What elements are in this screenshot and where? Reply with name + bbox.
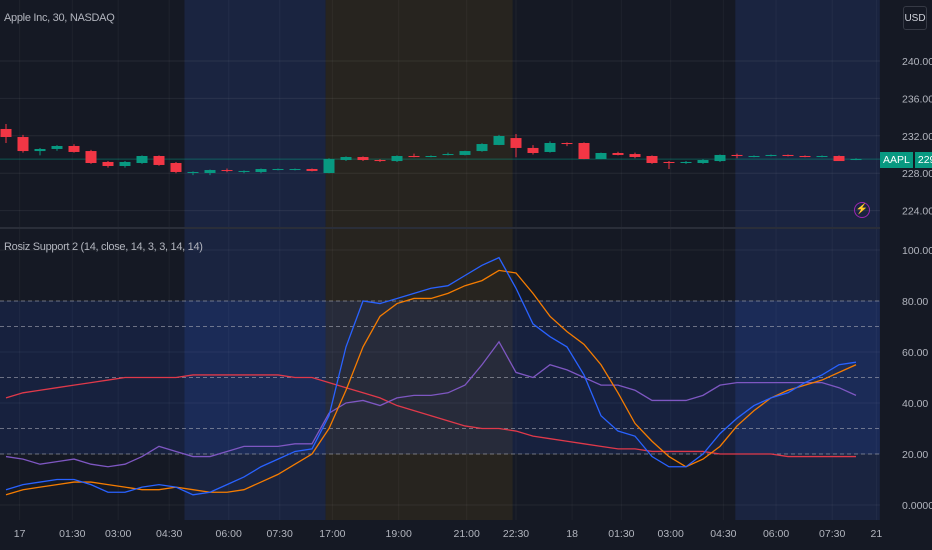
candle-body	[187, 171, 199, 174]
time-tick-label: 04:30	[156, 528, 182, 540]
candle-body	[850, 158, 862, 161]
candle-body	[272, 168, 284, 171]
time-tick-label: 18	[566, 528, 578, 540]
candle-body	[731, 154, 743, 156]
candle-body	[170, 163, 182, 172]
ticker-label: AAPL	[880, 152, 913, 168]
candle-body	[323, 158, 335, 174]
candle-body	[748, 155, 760, 158]
candle-body	[612, 153, 624, 155]
last-price-label: 229.50	[914, 152, 932, 168]
lightning-event-icon[interactable]: ⚡	[854, 202, 870, 218]
candle-body	[476, 144, 488, 152]
candle-body	[765, 154, 777, 156]
osc-tick-label: 40.00	[902, 398, 928, 410]
candle-body	[221, 170, 233, 172]
candle-body	[697, 160, 709, 164]
time-tick-label: 21:00	[454, 528, 480, 540]
time-tick-label: 22:30	[503, 528, 529, 540]
last-price-tag: AAPL 229.50	[880, 152, 932, 168]
candle-body	[68, 145, 80, 152]
price-tick-label: 224.00	[902, 206, 932, 218]
time-tick-label: 07:30	[267, 528, 293, 540]
candle-body	[493, 135, 505, 145]
time-tick-label: 06:00	[216, 528, 242, 540]
candle-body	[833, 155, 845, 162]
price-tick-label: 228.00	[902, 168, 932, 180]
candle-body	[238, 170, 250, 172]
candle-body	[425, 155, 437, 158]
osc-tick-label: 100.00	[902, 245, 932, 257]
candle-body	[102, 161, 114, 167]
price-axis	[880, 0, 932, 550]
candle-body	[527, 147, 539, 154]
candle-body	[816, 155, 828, 158]
price-tick-label: 232.00	[902, 131, 932, 143]
time-tick-label: 01:30	[59, 528, 85, 540]
time-tick-label: 06:00	[763, 528, 789, 540]
candle-body	[391, 155, 403, 162]
candle-body	[799, 155, 811, 158]
candle-body	[663, 161, 675, 164]
candle-body	[51, 145, 63, 149]
candle-body	[204, 170, 216, 174]
candle-body	[646, 155, 658, 164]
candle-body	[459, 151, 471, 155]
candle-body	[357, 157, 369, 161]
candle-body	[544, 142, 556, 152]
candle-body	[119, 161, 131, 167]
candle-body	[442, 154, 454, 156]
candle-body	[306, 168, 318, 171]
time-tick-label: 19:00	[386, 528, 412, 540]
candle-body	[561, 142, 573, 145]
price-tick-label: 236.00	[902, 93, 932, 105]
time-tick-label: 17:00	[319, 528, 345, 540]
candle-body	[0, 128, 12, 138]
candle-body	[255, 168, 267, 172]
osc-tick-label: 20.00	[902, 449, 928, 461]
time-tick-label: 01:30	[608, 528, 634, 540]
candle-body	[782, 154, 794, 156]
time-tick-label: 04:30	[710, 528, 736, 540]
candle-body	[289, 168, 301, 171]
currency-button[interactable]: USD	[903, 6, 927, 30]
osc-tick-label: 80.00	[902, 296, 928, 308]
time-tick-label: 17	[14, 528, 26, 540]
price-tick-label: 240.00	[902, 56, 932, 68]
candle-body	[34, 148, 46, 152]
candle-body	[340, 157, 352, 161]
candle-body	[510, 138, 522, 148]
candle-body	[595, 153, 607, 159]
candle-body	[136, 155, 148, 164]
candle-body	[714, 154, 726, 162]
candle-body	[153, 155, 165, 165]
candle-body	[374, 160, 386, 162]
chart-canvas[interactable]: 240.00 236.00 232.00 228.00 224.00 100.00 80.0…	[0, 0, 932, 550]
candle-body	[680, 161, 692, 164]
candle-body	[408, 155, 420, 158]
time-tick-label: 21	[871, 528, 883, 540]
time-tick-label: 07:30	[819, 528, 845, 540]
osc-tick-label: 60.00	[902, 347, 928, 359]
indicator-title[interactable]: Rosiz Support 2 (14, close, 14, 3, 3, 14…	[4, 241, 203, 253]
candle-body	[85, 151, 97, 164]
candle-body	[629, 154, 641, 158]
time-tick-label: 03:00	[105, 528, 131, 540]
symbol-title[interactable]: Apple Inc, 30, NASDAQ	[4, 12, 115, 24]
osc-tick-label: 0.0000	[902, 500, 932, 512]
candle-body	[578, 142, 590, 159]
time-tick-label: 03:00	[658, 528, 684, 540]
candle-body	[17, 137, 29, 152]
